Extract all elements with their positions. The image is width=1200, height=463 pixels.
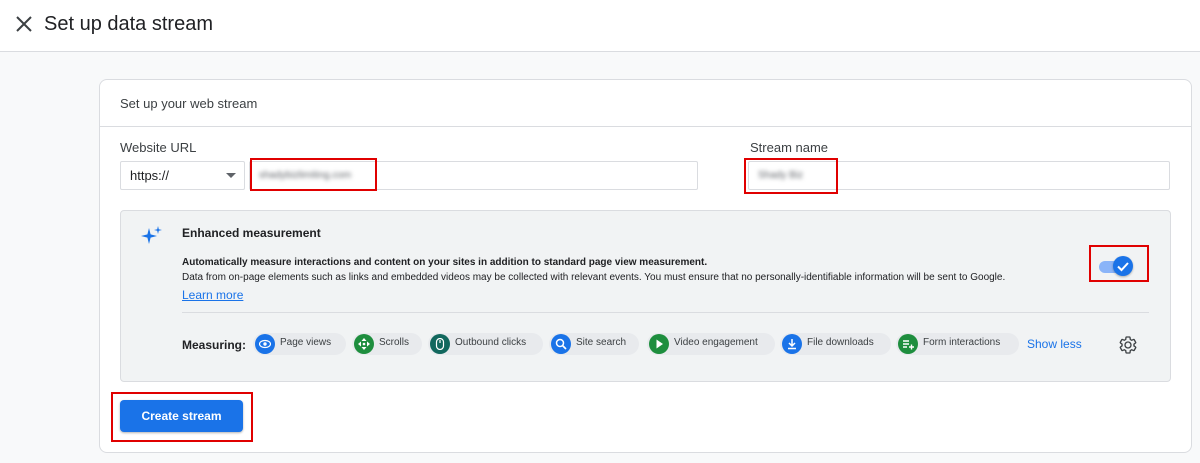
protocol-select[interactable]: https:// — [120, 161, 245, 190]
search-icon — [551, 334, 571, 354]
card-title: Set up your web stream — [120, 96, 258, 111]
chip-label: Scrolls — [379, 337, 410, 348]
enhanced-measurement-note: Data from on-page elements such as links… — [182, 272, 1006, 283]
enhanced-measurement-title: Enhanced measurement — [182, 226, 321, 240]
highlight-stream-name-box — [744, 158, 838, 194]
card-header: Set up your web stream — [100, 80, 1191, 127]
download-icon — [782, 334, 802, 354]
highlight-toggle-box — [1089, 245, 1149, 282]
divider — [182, 312, 1149, 313]
show-less-link[interactable]: Show less — [1027, 337, 1082, 351]
chip-label: File downloads — [807, 337, 874, 348]
chip-scrolls: Scrolls — [352, 333, 422, 355]
chip-file-downloads: File downloads — [780, 333, 891, 355]
stream-name-label: Stream name — [750, 140, 829, 155]
chip-label: Form interactions — [923, 337, 1001, 348]
chip-label: Site search — [576, 337, 627, 348]
chevron-down-icon — [226, 173, 236, 178]
page-title: Set up data stream — [44, 13, 213, 35]
form-icon — [898, 334, 918, 354]
enhanced-measurement-description: Automatically measure interactions and c… — [182, 257, 708, 268]
gear-icon[interactable] — [1118, 335, 1138, 355]
mouse-icon — [430, 334, 450, 354]
scroll-icon — [354, 334, 374, 354]
chip-label: Video engagement — [674, 337, 758, 348]
highlight-create-button-box — [111, 392, 253, 442]
chip-site-search: Site search — [549, 333, 639, 355]
top-bar: Set up data stream — [0, 0, 1200, 52]
chip-label: Outbound clicks — [455, 337, 527, 348]
chip-page-views: Page views — [253, 333, 346, 355]
chip-label: Page views — [280, 337, 332, 348]
chip-outbound-clicks: Outbound clicks — [428, 333, 543, 355]
play-icon — [649, 334, 669, 354]
enhanced-measurement-panel: Enhanced measurement Automatically measu… — [120, 210, 1171, 382]
learn-more-link[interactable]: Learn more — [182, 288, 243, 302]
eye-icon — [255, 334, 275, 354]
sparkle-icon — [141, 226, 162, 244]
protocol-value: https:// — [130, 168, 170, 183]
web-stream-card: Set up your web stream Website URL https… — [99, 79, 1192, 453]
chip-form-interactions: Form interactions — [896, 333, 1019, 355]
highlight-url-box — [250, 158, 377, 191]
website-url-label: Website URL — [120, 140, 197, 155]
measuring-label: Measuring: — [182, 338, 247, 352]
close-icon[interactable] — [15, 15, 33, 33]
chip-video-engagement: Video engagement — [647, 333, 775, 355]
